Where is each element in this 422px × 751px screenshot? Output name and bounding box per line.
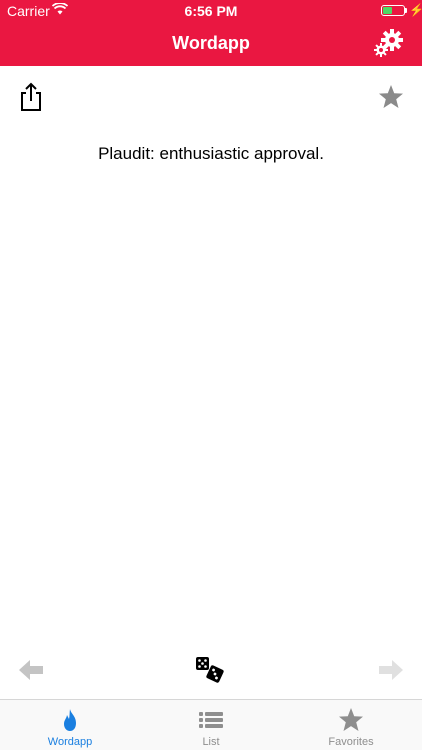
arrow-left-icon[interactable] bbox=[18, 658, 44, 682]
battery-icon bbox=[381, 5, 405, 16]
status-time: 6:56 PM bbox=[184, 3, 238, 19]
word-definition: Plaudit: enthusiastic approval. bbox=[98, 144, 324, 163]
tab-list[interactable]: List bbox=[141, 700, 281, 751]
tab-label-favorites: Favorites bbox=[328, 736, 374, 748]
tab-favorites[interactable]: Favorites bbox=[281, 700, 421, 751]
status-bar: Carrier 6:56 PM ⚡ bbox=[0, 0, 422, 22]
battery-tip bbox=[405, 8, 407, 13]
list-icon bbox=[199, 712, 223, 728]
header-bar: Carrier 6:56 PM ⚡ Wordapp bbox=[0, 0, 422, 66]
battery-level bbox=[383, 7, 392, 14]
tab-bar: Wordapp List Favorites bbox=[0, 699, 422, 750]
charging-bolt-icon: ⚡ bbox=[409, 3, 422, 17]
favorite-star-icon[interactable] bbox=[378, 84, 404, 110]
tab-label-list: List bbox=[202, 736, 220, 748]
tab-wordapp[interactable]: Wordapp bbox=[0, 700, 140, 751]
arrow-right-icon[interactable] bbox=[378, 658, 404, 682]
tab-label-wordapp: Wordapp bbox=[47, 736, 93, 748]
dice-icon[interactable] bbox=[195, 656, 225, 684]
share-icon[interactable] bbox=[18, 82, 44, 112]
flame-icon bbox=[64, 709, 76, 731]
page-title: Wordapp bbox=[172, 33, 250, 53]
star-icon bbox=[339, 708, 363, 731]
settings-gears-icon[interactable] bbox=[372, 28, 406, 58]
